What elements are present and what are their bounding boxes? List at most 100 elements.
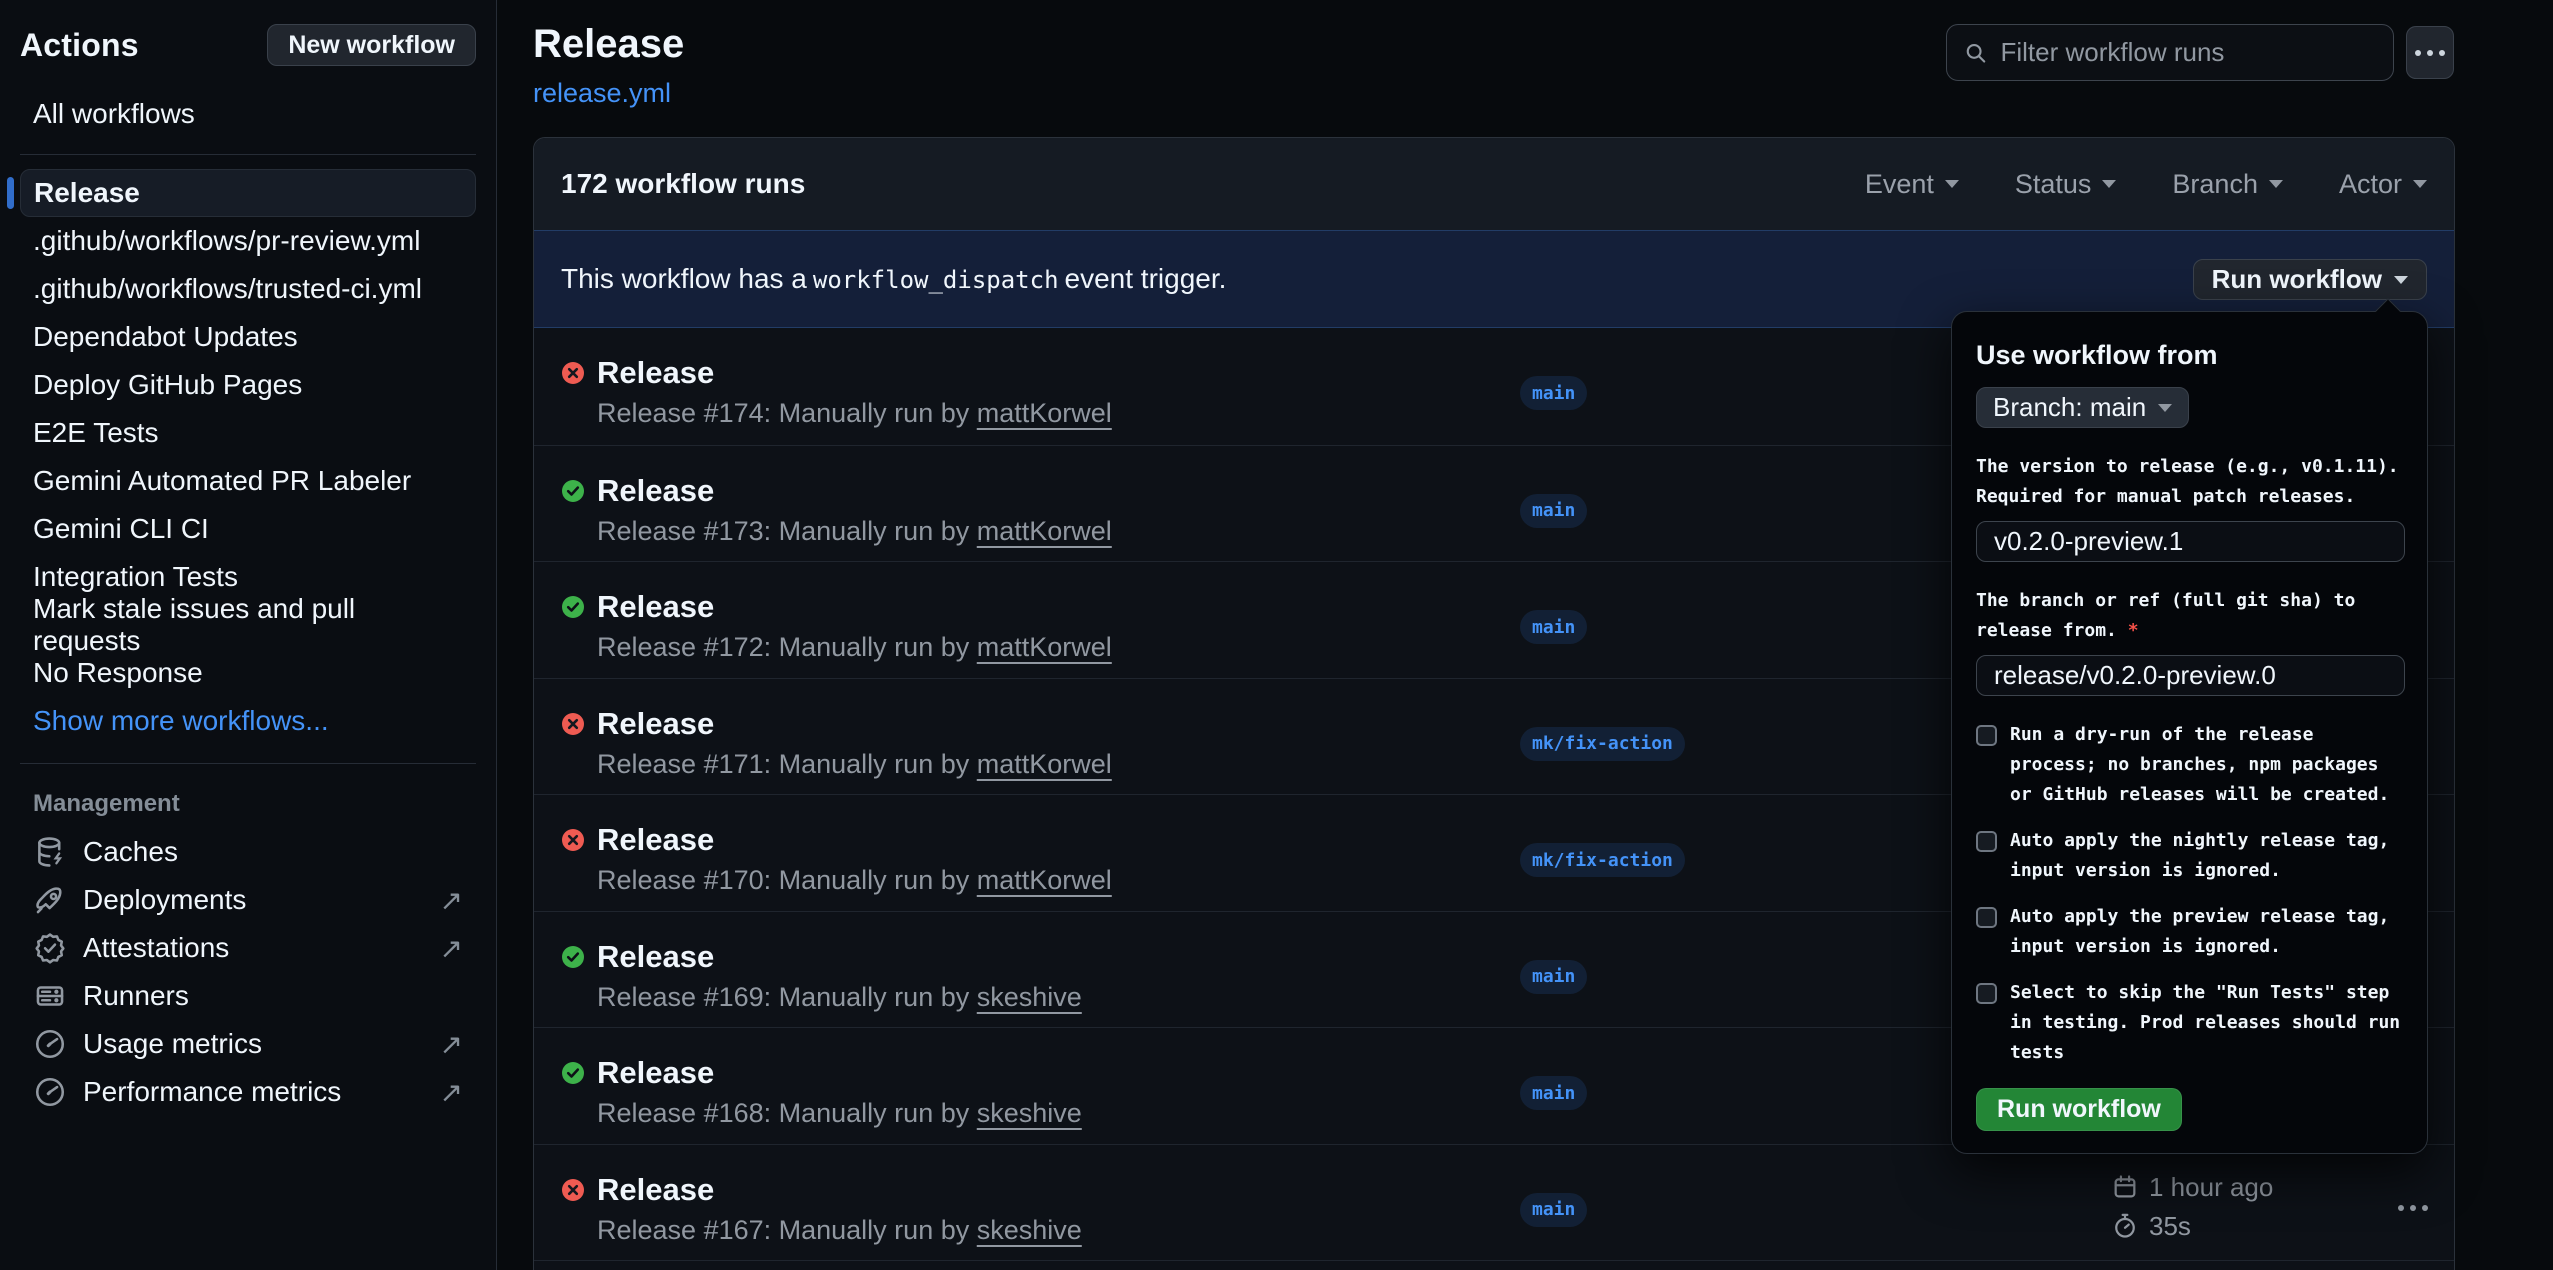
sidebar-workflow-item[interactable]: .github/workflows/pr-review.yml: [20, 217, 476, 265]
run-description: Release #172: Manually run by mattKorwel: [597, 632, 1112, 663]
workflow-options-kebab-button[interactable]: [2406, 26, 2454, 79]
new-workflow-button[interactable]: New workflow: [267, 24, 476, 66]
branch-badge[interactable]: main: [1520, 1076, 1587, 1110]
branch-badge[interactable]: main: [1520, 610, 1587, 644]
branch-badge[interactable]: main: [1520, 960, 1587, 994]
actor-link[interactable]: mattKorwel: [977, 398, 1112, 428]
management-item-label: Performance metrics: [83, 1076, 341, 1108]
workflow-item-label: Deploy GitHub Pages: [33, 369, 302, 401]
actor-link[interactable]: mattKorwel: [977, 516, 1112, 546]
chevron-down-icon: [1945, 180, 1959, 188]
runs-count: 172 workflow runs: [561, 168, 805, 200]
workflow-input-group: The branch or ref (full git sha) to rele…: [1976, 586, 2403, 696]
success-status-icon: [561, 1061, 585, 1085]
run-title[interactable]: Release: [597, 939, 714, 975]
actions-sidebar: Actions New workflow All workflows Relea…: [0, 0, 497, 1270]
sidebar-show-more-workflows-link[interactable]: Show more workflows...: [20, 697, 476, 745]
sidebar-workflow-item[interactable]: Release: [20, 169, 476, 217]
workflow-input[interactable]: [1976, 655, 2405, 696]
input-label: The version to release (e.g., v0.1.11). …: [1976, 456, 2399, 507]
failure-status-icon: [561, 712, 585, 736]
run-description: Release #174: Manually run by mattKorwel: [597, 398, 1112, 429]
sidebar-management-item[interactable]: Runners ↗: [20, 972, 476, 1020]
popover-checkboxes: Run a dry-run of the release process; no…: [1976, 720, 2403, 1068]
checkbox-label: Auto apply the preview release tag, inpu…: [2010, 902, 2389, 962]
required-asterisk: *: [2117, 620, 2139, 641]
sidebar-divider: [20, 154, 476, 155]
filter-dropdown-label: Event: [1865, 169, 1934, 200]
run-title[interactable]: Release: [597, 1055, 714, 1091]
sidebar-workflow-item[interactable]: Dependabot Updates: [20, 313, 476, 361]
actor-link[interactable]: skeshive: [977, 1098, 1082, 1128]
checkbox[interactable]: [1976, 907, 1997, 928]
management-item-label: Deployments: [83, 884, 246, 916]
verified-badge-icon: [33, 931, 67, 965]
run-title[interactable]: Release: [597, 822, 714, 858]
run-workflow-submit-button[interactable]: Run workflow: [1976, 1088, 2182, 1131]
checkbox[interactable]: [1976, 983, 1997, 1004]
sidebar-workflow-item[interactable]: No Response: [20, 649, 476, 697]
actor-link[interactable]: skeshive: [977, 982, 1082, 1012]
run-description: Release #171: Manually run by mattKorwel: [597, 749, 1112, 780]
branch-badge[interactable]: mk/fix-action: [1520, 843, 1685, 877]
filter-workflow-runs-input[interactable]: [2000, 37, 2377, 68]
filter-dropdown-status[interactable]: Status: [2015, 169, 2117, 200]
branch-badge[interactable]: main: [1520, 1193, 1587, 1227]
checkbox[interactable]: [1976, 725, 1997, 746]
run-title[interactable]: Release: [597, 589, 714, 625]
sidebar-item-all-workflows[interactable]: All workflows: [20, 92, 476, 136]
sidebar-management-item[interactable]: Deployments ↗: [20, 876, 476, 924]
actor-link[interactable]: mattKorwel: [977, 749, 1112, 779]
management-item-label: Caches: [83, 836, 178, 868]
actor-link[interactable]: skeshive: [977, 1215, 1082, 1245]
kebab-icon: [2398, 1205, 2428, 1211]
branch-badge[interactable]: mk/fix-action: [1520, 727, 1685, 761]
run-title[interactable]: Release: [597, 473, 714, 509]
run-options-kebab-button[interactable]: [2386, 1193, 2440, 1223]
success-status-icon: [561, 945, 585, 969]
filter-dropdown-branch[interactable]: Branch: [2172, 169, 2283, 200]
workflow-item-label: Dependabot Updates: [33, 321, 298, 353]
run-workflow-dropdown-button[interactable]: Run workflow: [2193, 259, 2427, 300]
workflow-item-label: E2E Tests: [33, 417, 159, 449]
run-title[interactable]: Release: [597, 706, 714, 742]
branch-badge[interactable]: main: [1520, 376, 1587, 410]
run-title[interactable]: Release: [597, 1172, 714, 1208]
input-label: The branch or ref (full git sha) to rele…: [1976, 590, 2355, 641]
workflow-file-link[interactable]: release.yml: [533, 78, 671, 109]
sidebar-workflow-item[interactable]: .github/workflows/trusted-ci.yml: [20, 265, 476, 313]
workflow-item-label: .github/workflows/trusted-ci.yml: [33, 273, 422, 305]
search-icon: [1963, 39, 1988, 67]
meter-icon: [33, 1075, 67, 1109]
failure-status-icon: [561, 1178, 585, 1202]
sidebar-management-item[interactable]: Attestations ↗: [20, 924, 476, 972]
sidebar-workflow-item[interactable]: Gemini Automated PR Labeler: [20, 457, 476, 505]
actor-link[interactable]: mattKorwel: [977, 632, 1112, 662]
sidebar-workflow-item[interactable]: Gemini CLI CI: [20, 505, 476, 553]
branch-select-button[interactable]: Branch: main: [1976, 387, 2189, 428]
sidebar-management-item[interactable]: Performance metrics ↗: [20, 1068, 476, 1116]
sidebar-management-item[interactable]: Usage metrics ↗: [20, 1020, 476, 1068]
server-icon: [33, 979, 67, 1013]
actor-link[interactable]: mattKorwel: [977, 865, 1112, 895]
management-item-label: Attestations: [83, 932, 229, 964]
checkbox[interactable]: [1976, 831, 1997, 852]
run-description: Release #173: Manually run by mattKorwel: [597, 516, 1112, 547]
workflow-item-label: .github/workflows/pr-review.yml: [33, 225, 420, 257]
filter-dropdown-event[interactable]: Event: [1865, 169, 1959, 200]
filter-dropdown-actor[interactable]: Actor: [2339, 169, 2427, 200]
workflow-item-label: No Response: [33, 657, 203, 689]
sidebar-workflow-item[interactable]: E2E Tests: [20, 409, 476, 457]
failure-status-icon: [561, 828, 585, 852]
workflow-run-row[interactable]: Release Release #167: Manually run by sk…: [534, 1144, 2454, 1261]
sidebar-management-item[interactable]: Caches ↗: [20, 828, 476, 876]
branch-badge[interactable]: main: [1520, 494, 1587, 528]
runs-filters: Event Status Branch Actor: [1865, 169, 2427, 200]
workflow-input[interactable]: [1976, 521, 2405, 562]
sidebar-workflow-item[interactable]: Deploy GitHub Pages: [20, 361, 476, 409]
run-created-time: 1 hour ago: [2149, 1172, 2273, 1203]
page-title: Release: [533, 22, 684, 67]
run-title[interactable]: Release: [597, 355, 714, 391]
external-link-icon: ↗: [440, 1076, 463, 1109]
sidebar-workflow-item[interactable]: Mark stale issues and pull requests: [20, 601, 476, 649]
